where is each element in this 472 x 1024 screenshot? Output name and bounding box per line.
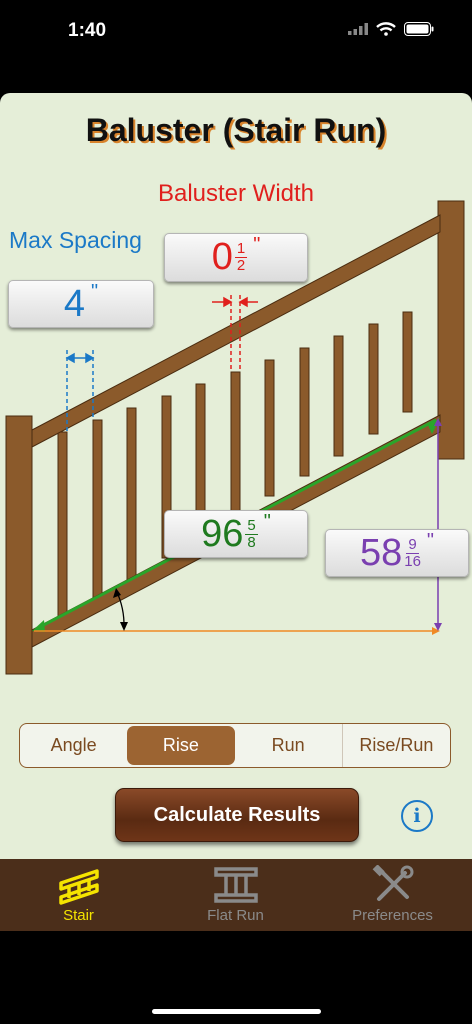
baluster-width-whole: 0 [211, 236, 233, 278]
tab-flat-run-label: Flat Run [207, 907, 264, 924]
segment-rise-run[interactable]: Rise/Run [341, 724, 450, 767]
max-spacing-label: Max Spacing [9, 227, 142, 253]
baluster-width-label: Baluster Width [157, 180, 315, 207]
info-icon[interactable]: i [401, 800, 433, 832]
mode-segmented-control: Angle Rise Run Rise/Run [19, 723, 451, 768]
page-title: Baluster (Stair Run) [85, 112, 387, 148]
tab-stair-label: Stair [63, 907, 94, 924]
tools-icon [372, 865, 413, 901]
tab-flat-run[interactable]: Flat Run [157, 859, 314, 931]
rise-height-unit: " [426, 529, 435, 552]
run-length-whole: 96 [201, 512, 244, 555]
max-spacing-field[interactable]: 4 " [8, 280, 154, 328]
tab-bar: Stair Flat Run Preferences [0, 859, 472, 931]
segment-rise[interactable]: Rise [127, 726, 235, 765]
tab-stair[interactable]: Stair [0, 859, 157, 931]
left-post [5, 415, 33, 675]
rise-height-field[interactable]: 58 9 16 " [325, 529, 469, 577]
stair-icon [58, 869, 99, 905]
baluster-width-unit: " [253, 234, 261, 256]
status-time: 1:40 [68, 20, 107, 41]
max-spacing-whole: 4 [63, 282, 86, 325]
signal-icon [348, 23, 368, 35]
tab-preferences[interactable]: Preferences [314, 859, 471, 931]
segment-run[interactable]: Run [235, 724, 342, 767]
baluster-width-fraction: 1 2 [234, 240, 248, 274]
run-length-field[interactable]: 96 5 8 " [164, 510, 308, 558]
rise-height-fraction: 9 16 [404, 535, 421, 570]
status-icons [348, 22, 434, 36]
run-length-unit: " [263, 510, 271, 533]
right-post [437, 200, 465, 460]
wifi-icon [376, 22, 396, 36]
battery-icon [404, 22, 434, 36]
calculate-results-button[interactable]: Calculate Results [115, 788, 359, 842]
status-bar: 1:40 [0, 0, 472, 64]
horizontal-line [34, 627, 440, 635]
flat-run-icon [213, 867, 258, 903]
max-spacing-unit: " [91, 280, 99, 303]
baluster-width-field[interactable]: 0 1 2 " [164, 233, 308, 282]
rise-height-whole: 58 [359, 531, 403, 574]
tab-preferences-label: Preferences [352, 907, 433, 924]
segment-angle[interactable]: Angle [20, 724, 127, 767]
home-indicator[interactable] [152, 1009, 321, 1014]
run-length-fraction: 5 8 [245, 516, 258, 551]
